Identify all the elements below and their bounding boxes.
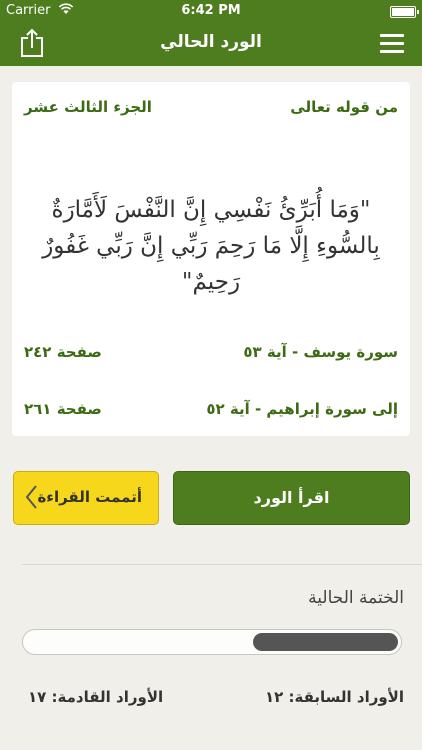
page-from: صفحة ٢٤٢ bbox=[24, 343, 102, 361]
finished-reading-label: أتممت القراءة bbox=[37, 488, 142, 506]
juz-label: الجزء الثالث عشر bbox=[24, 98, 152, 116]
from-label: من قوله تعالى bbox=[290, 98, 398, 116]
finished-reading-button[interactable]: أتممت القراءة bbox=[13, 471, 159, 525]
khatma-title: الختمة الحالية bbox=[308, 588, 404, 608]
status-bar: Carrier 6:42 PM bbox=[0, 0, 422, 22]
chevron-left-icon bbox=[25, 485, 37, 509]
khatma-progress-bar bbox=[22, 629, 402, 655]
menu-icon[interactable] bbox=[380, 34, 404, 54]
page-title: الورد الحالي bbox=[160, 32, 262, 52]
wird-card: من قوله تعالى الجزء الثالث عشر "وَمَا أُ… bbox=[12, 82, 410, 436]
progress-fill bbox=[253, 633, 398, 651]
surah-from: سورة يوسف - آية ٥٣ bbox=[243, 343, 398, 361]
clock: 6:42 PM bbox=[181, 3, 241, 18]
read-wird-button[interactable]: اقرأ الورد bbox=[173, 471, 410, 525]
verse-text: "وَمَا أُبَرِّئُ نَفْسِي إِنَّ النَّفْسَ… bbox=[42, 197, 380, 295]
navigation-bar: الورد الحالي bbox=[0, 22, 422, 66]
divider bbox=[22, 564, 422, 565]
previous-awrad-count: الأوراد السابقة: ١٢ bbox=[264, 688, 404, 706]
surah-to: إلى سورة إبراهيم - آية ٥٢ bbox=[206, 400, 398, 418]
page-to: صفحة ٢٦١ bbox=[24, 400, 102, 418]
upcoming-awrad-count: الأوراد القادمة: ١٧ bbox=[28, 688, 164, 706]
battery-icon bbox=[390, 6, 419, 18]
